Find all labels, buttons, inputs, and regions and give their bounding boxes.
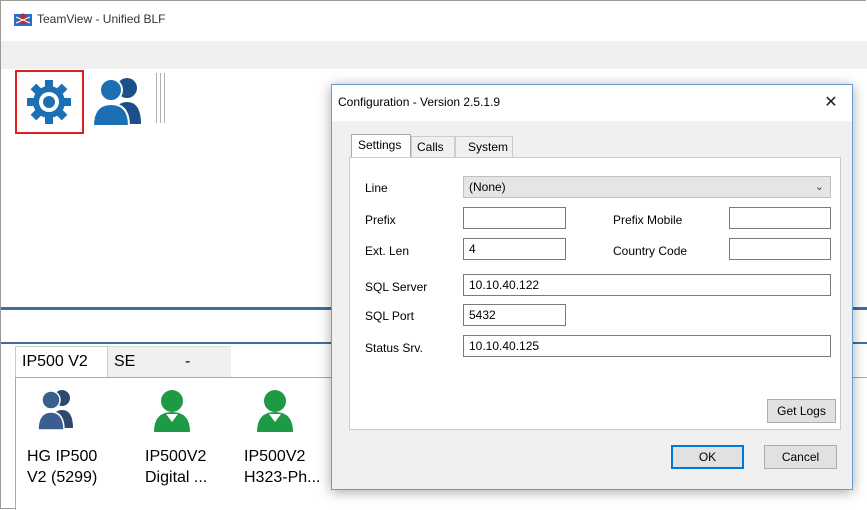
line-dropdown[interactable]: (None) ⌄	[463, 176, 831, 198]
status-srv-label: Status Srv.	[365, 341, 423, 355]
dialog-title: Configuration - Version 2.5.1.9	[338, 95, 501, 109]
toolbar-separator	[160, 73, 161, 123]
prefix-mobile-input[interactable]	[729, 207, 831, 229]
country-code-input[interactable]	[729, 238, 831, 260]
tab-label: SE	[114, 353, 136, 370]
tab-ip500-v2[interactable]: IP500 V2	[15, 346, 108, 378]
sql-port-input[interactable]: 5432	[463, 304, 566, 326]
tab-label: System	[468, 140, 509, 154]
tab-system[interactable]: System	[455, 136, 513, 158]
menu-strip	[1, 41, 867, 69]
tab-label: -	[185, 353, 191, 370]
tab-settings[interactable]: Settings	[351, 134, 411, 158]
tab-label: IP500 V2	[22, 353, 88, 370]
toolbar-separator	[156, 73, 157, 123]
settings-button[interactable]	[15, 70, 84, 134]
tab-label: Calls	[417, 140, 444, 154]
configuration-dialog: Configuration - Version 2.5.1.9 ✕ Settin…	[331, 84, 853, 490]
device-label: IP500V2 Digital ...	[145, 448, 208, 486]
title-bar: TeamView - Unified BLF	[1, 1, 867, 41]
app-bug-icon	[14, 13, 32, 26]
window-title: TeamView - Unified BLF	[37, 12, 166, 26]
user-icon	[154, 390, 190, 432]
get-logs-button[interactable]: Get Logs	[767, 399, 836, 423]
chevron-down-icon: ⌄	[814, 181, 824, 193]
sql-server-label: SQL Server	[365, 280, 428, 294]
dialog-title-bar: Configuration - Version 2.5.1.9 ✕	[332, 85, 852, 121]
group-icon	[37, 390, 73, 431]
sql-server-input[interactable]: 10.10.40.122	[463, 274, 831, 296]
country-code-label: Country Code	[613, 244, 688, 258]
prefix-mobile-label: Prefix Mobile	[613, 213, 683, 227]
sql-port-label: SQL Port	[365, 309, 414, 323]
prefix-label: Prefix	[365, 213, 396, 227]
tab-label: Settings	[358, 138, 402, 152]
device-label: HG IP500 V2 (5299)	[27, 448, 98, 486]
users-button[interactable]	[89, 72, 149, 128]
prefix-input[interactable]	[463, 207, 566, 229]
user-icon	[257, 390, 293, 432]
cancel-button[interactable]: Cancel	[764, 445, 837, 469]
ok-button[interactable]: OK	[671, 445, 744, 469]
line-value: (None)	[469, 180, 506, 194]
tab-se[interactable]: SE	[108, 346, 173, 378]
line-label: Line	[365, 181, 388, 195]
tab-dash[interactable]: -	[173, 346, 231, 378]
ext-len-label: Ext. Len	[365, 244, 410, 258]
tab-calls[interactable]: Calls	[411, 136, 455, 158]
gear-icon	[27, 80, 71, 124]
device-label: IP500V2 H323-Ph...	[244, 448, 321, 486]
toolbar-separator	[164, 73, 165, 123]
status-srv-input[interactable]: 10.10.40.125	[463, 335, 831, 357]
close-icon[interactable]: ✕	[816, 90, 846, 116]
people-icon	[91, 78, 141, 127]
settings-panel: Line (None) ⌄ Prefix Prefix Mobile Ext. …	[349, 157, 841, 430]
ext-len-input[interactable]: 4	[463, 238, 566, 260]
